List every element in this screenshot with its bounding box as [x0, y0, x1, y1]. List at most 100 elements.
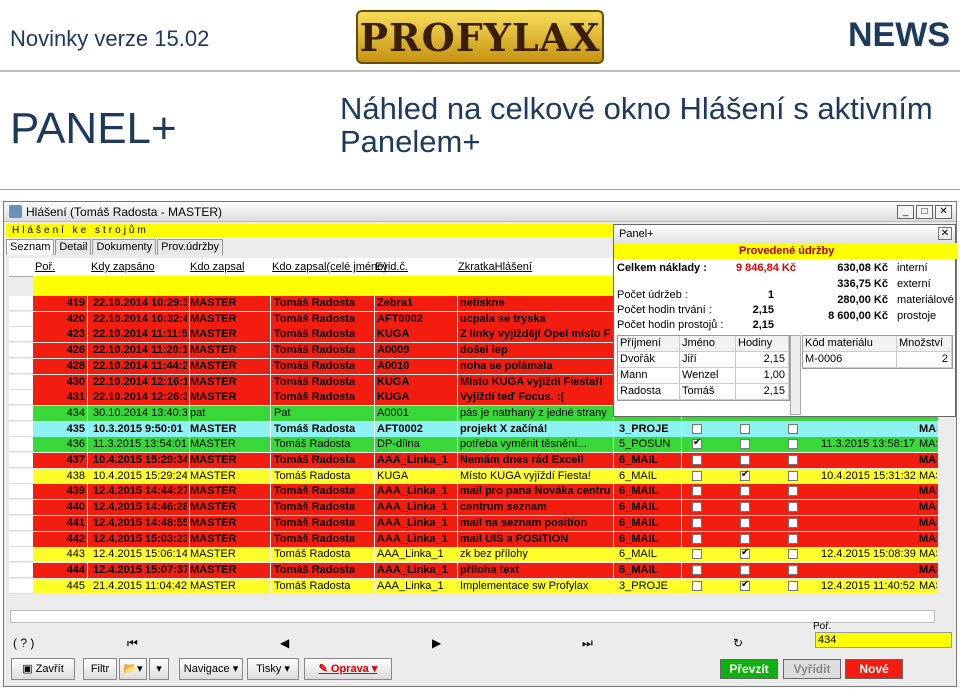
- checkbox[interactable]: [692, 549, 702, 560]
- prev-record-icon[interactable]: ◀: [280, 636, 289, 650]
- panel-close-icon[interactable]: ✕: [938, 227, 952, 240]
- table-row[interactable]: 438 10.4.2015 15:29:24 MASTER Tomáš Radosta…: [33, 468, 938, 484]
- col-por[interactable]: Poř.: [35, 261, 55, 273]
- checkbox[interactable]: [788, 455, 798, 465]
- checkbox[interactable]: [788, 580, 798, 591]
- row-indicator[interactable]: [9, 296, 33, 311]
- col-hodiny[interactable]: Hodiny: [736, 336, 789, 351]
- col-zkratka[interactable]: ZkratkaHlášení: [458, 261, 532, 273]
- row-indicator[interactable]: [9, 311, 33, 327]
- tisky-button[interactable]: Tisky ▾: [247, 658, 299, 680]
- checkbox[interactable]: [788, 502, 798, 513]
- tab-dokumenty[interactable]: Dokumenty: [92, 239, 157, 255]
- checkbox[interactable]: [740, 502, 750, 513]
- table-row[interactable]: 435 10.3.2015 9:50:01 MASTER Tomáš Radosta A…: [33, 421, 938, 437]
- checkbox[interactable]: [692, 517, 702, 528]
- folder-icon[interactable]: 📂▾: [119, 658, 147, 680]
- checkbox[interactable]: [788, 517, 798, 528]
- checkbox[interactable]: [740, 579, 750, 591]
- col-kdo-zapsal-cele[interactable]: Kdo zapsal(celé jméno): [272, 261, 387, 273]
- col-evid-c[interactable]: Evid.č.: [375, 261, 408, 273]
- row-indicator[interactable]: [9, 515, 33, 531]
- close-icon[interactable]: ✕: [935, 205, 952, 219]
- table-row[interactable]: 441 12.4.2015 14:48:55 MASTER Tomáš Radosta…: [33, 515, 938, 531]
- checkbox[interactable]: [692, 470, 702, 481]
- row-indicator[interactable]: [9, 405, 33, 421]
- checkbox[interactable]: [740, 533, 750, 544]
- row-indicator[interactable]: [9, 531, 33, 547]
- col-kdy-zapsano[interactable]: Kdy zapsáno: [91, 261, 155, 273]
- table-row[interactable]: Dvořák Jiří 2,15: [618, 352, 789, 368]
- tab-seznam[interactable]: Seznam: [6, 239, 55, 255]
- row-indicator[interactable]: [9, 484, 33, 500]
- row-indicator[interactable]: [9, 390, 33, 406]
- window-titlebar[interactable]: Hlášení (Tomáš Radosta - MASTER): [4, 202, 956, 222]
- row-indicator[interactable]: [9, 374, 33, 390]
- checkbox[interactable]: [788, 470, 798, 481]
- row-indicator[interactable]: [9, 468, 33, 484]
- col-mnozstvi[interactable]: Množství: [897, 336, 952, 351]
- next-record-icon[interactable]: ▶: [432, 636, 441, 650]
- row-indicator[interactable]: [9, 578, 33, 594]
- help-label[interactable]: ( ? ): [13, 636, 34, 650]
- table-row[interactable]: 445 21.4.2015 11:04:42 MASTER Tomáš Radosta…: [33, 578, 938, 594]
- checkbox[interactable]: [740, 423, 750, 434]
- table-row[interactable]: M-0006 2: [803, 352, 952, 368]
- checkbox[interactable]: [740, 439, 750, 450]
- col-kdo-zapsal[interactable]: Kdo zapsal: [190, 261, 244, 273]
- checkbox[interactable]: [740, 564, 750, 575]
- checkbox[interactable]: [788, 564, 798, 575]
- filter-row[interactable]: [33, 276, 615, 296]
- checkbox[interactable]: [788, 549, 798, 560]
- table-row[interactable]: 444 12.4.2015 15:07:37 MASTER Tomáš Radosta…: [33, 562, 938, 578]
- col-prijmeni[interactable]: Příjmení: [618, 336, 680, 351]
- workers-scrollbar[interactable]: [790, 335, 801, 415]
- tab-detail[interactable]: Detail: [55, 239, 92, 255]
- table-row[interactable]: Mann Wenzel 1,00: [618, 368, 789, 384]
- refresh-icon[interactable]: ↻: [733, 636, 743, 650]
- maximize-icon[interactable]: □: [916, 205, 933, 219]
- row-indicator[interactable]: [9, 421, 33, 437]
- checkbox[interactable]: [692, 502, 702, 513]
- table-row[interactable]: 443 12.4.2015 15:06:14 MASTER Tomáš Radosta…: [33, 547, 938, 563]
- minimize-icon[interactable]: _: [897, 205, 914, 219]
- navigace-button[interactable]: Navigace ▾: [179, 658, 243, 680]
- table-row[interactable]: 440 12.4.2015 14:46:28 MASTER Tomáš Radosta…: [33, 500, 938, 516]
- checkbox[interactable]: [788, 439, 798, 450]
- checkbox[interactable]: [740, 455, 750, 465]
- row-indicator[interactable]: [9, 437, 33, 453]
- checkbox[interactable]: [692, 533, 702, 544]
- checkbox[interactable]: [692, 486, 702, 497]
- checkbox[interactable]: [692, 564, 702, 575]
- table-row[interactable]: 439 12.4.2015 14:44:27 MASTER Tomáš Radosta…: [33, 484, 938, 500]
- checkbox[interactable]: [740, 486, 750, 497]
- nove-button[interactable]: Nové: [845, 659, 903, 679]
- row-indicator[interactable]: [9, 358, 33, 374]
- checkbox[interactable]: [740, 517, 750, 528]
- last-record-icon[interactable]: ⏭: [582, 636, 593, 651]
- row-indicator[interactable]: [9, 562, 33, 578]
- close-button[interactable]: ▣ Zavřít: [11, 658, 75, 680]
- table-row[interactable]: 436 11.3.2015 13:54:01 MASTER Tomáš Radosta…: [33, 437, 938, 453]
- checkbox[interactable]: [692, 423, 702, 434]
- tab-prov-udrzby[interactable]: Prov.údržby: [157, 239, 223, 255]
- row-indicator[interactable]: [9, 547, 33, 563]
- checkbox[interactable]: [788, 486, 798, 497]
- row-indicator[interactable]: [9, 453, 33, 468]
- first-record-icon[interactable]: ⏮: [127, 636, 138, 651]
- por-input[interactable]: 434: [815, 632, 952, 648]
- row-indicator[interactable]: [9, 500, 33, 516]
- table-row[interactable]: Radosta Tomáš 2,15: [618, 384, 789, 400]
- table-row[interactable]: 442 12.4.2015 15:03:23 MASTER Tomáš Radosta…: [33, 531, 938, 547]
- checkbox[interactable]: [740, 469, 750, 481]
- table-row[interactable]: 437 10.4.2015 15:29:34 MASTER Tomáš Radosta…: [33, 453, 938, 468]
- prevzit-button[interactable]: Převzít: [720, 659, 778, 679]
- checkbox[interactable]: [692, 455, 702, 465]
- checkbox[interactable]: [692, 437, 702, 450]
- checkbox[interactable]: [788, 423, 798, 434]
- filter-button[interactable]: Filtr: [83, 658, 117, 680]
- row-indicator[interactable]: [9, 327, 33, 343]
- dropdown-icon[interactable]: ▾: [149, 658, 169, 680]
- checkbox[interactable]: [692, 580, 702, 591]
- col-jmeno[interactable]: Jméno: [680, 336, 736, 351]
